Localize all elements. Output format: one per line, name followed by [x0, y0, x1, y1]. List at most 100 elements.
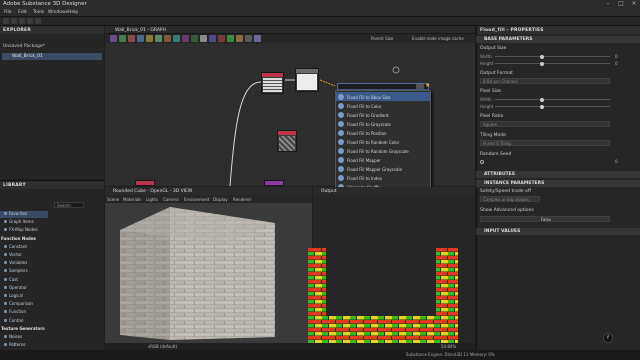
- node-search-result[interactable]: Flood Fill to Color: [336, 101, 430, 110]
- section-attributes[interactable]: ATTRIBUTES: [476, 171, 640, 178]
- close-button[interactable]: ×: [630, 1, 638, 7]
- 3d-menu-camera[interactable]: Camera: [163, 197, 179, 202]
- 2d-view-title: Output: [313, 187, 475, 195]
- favorite-star-icon[interactable]: ★: [425, 82, 430, 89]
- import-icon[interactable]: [27, 18, 33, 24]
- library-item[interactable]: Variables: [0, 260, 48, 267]
- library-search-input[interactable]: Search: [54, 202, 84, 208]
- minimize-button[interactable]: –: [604, 1, 612, 7]
- library-item[interactable]: Logical: [0, 293, 48, 300]
- 3d-menu-materials[interactable]: Materials: [123, 197, 141, 202]
- node-search-result[interactable]: Flood Fill to Position: [336, 128, 430, 137]
- library-item[interactable]: Patterns: [0, 342, 48, 349]
- node-type-icon: [338, 138, 344, 145]
- library-item-label: Cast: [9, 276, 18, 282]
- width-slider[interactable]: [495, 54, 610, 59]
- section-input-values[interactable]: INPUT VALUES: [476, 228, 640, 235]
- library-item-icon: [4, 294, 7, 297]
- section-instance-parameters[interactable]: INSTANCE PARAMETERS: [476, 180, 640, 187]
- advanced-options-toggle[interactable]: False: [480, 216, 610, 222]
- library-item[interactable]: Control: [0, 318, 48, 325]
- 3d-menu-environment[interactable]: Environment: [184, 197, 210, 202]
- tiling-mode-label: Tiling Mode: [480, 133, 506, 138]
- pixel-height-slider[interactable]: [495, 104, 610, 109]
- library-item[interactable]: Function Nodes: [0, 236, 48, 243]
- library-item[interactable]: Vector: [0, 252, 48, 259]
- search-mode-icon[interactable]: [416, 84, 424, 89]
- pixel-width-slider[interactable]: [495, 97, 610, 102]
- library-item[interactable]: Constant: [0, 244, 48, 251]
- pixel-ratio-select[interactable]: Square: [480, 121, 610, 127]
- 3d-view-title: Rounded Cube - OpenGL - 3D VIEW: [105, 187, 312, 195]
- menu-help[interactable]: Help: [68, 10, 78, 15]
- output-format-select[interactable]: 8 Bit per Channel: [480, 78, 610, 84]
- random-seed-knob[interactable]: [480, 160, 484, 164]
- library-item-label: Variables: [9, 260, 28, 266]
- open-icon[interactable]: [11, 18, 17, 24]
- slider-knob[interactable]: [540, 104, 544, 109]
- safety-select[interactable]: Complex or big shapes: [480, 196, 540, 202]
- explorer-item-graph[interactable]: Wall_Brick_01: [2, 53, 102, 60]
- node-search-result[interactable]: Flood Fill to Grayscale: [336, 119, 430, 128]
- library-item[interactable]: Favorites: [0, 211, 48, 218]
- node-search-result[interactable]: Flood Fill to Gradient: [336, 110, 430, 119]
- feedback-button[interactable]: f: [603, 333, 613, 343]
- height-slider[interactable]: [495, 61, 610, 66]
- section-base-parameters[interactable]: BASE PARAMETERS: [476, 36, 640, 43]
- toolbar: [0, 17, 640, 26]
- brick-cube-preview: [120, 207, 275, 340]
- library-item[interactable]: Texture Generators: [0, 326, 48, 333]
- node-search-result[interactable]: Flood Fill Mapper Grayscale: [336, 164, 430, 173]
- 3d-menu-scene[interactable]: Scene: [107, 197, 119, 202]
- library-item-icon: [4, 302, 7, 306]
- library-item[interactable]: Function: [0, 309, 48, 316]
- color-space-select[interactable]: sRGB (default): [148, 344, 177, 349]
- menu-tools[interactable]: Tools: [33, 10, 44, 15]
- library-item-icon: [4, 212, 7, 215]
- title-bar: [0, 0, 640, 9]
- maximize-button[interactable]: □: [617, 1, 625, 7]
- slider-knob[interactable]: [540, 54, 544, 59]
- 3d-menu-renderer[interactable]: Renderer: [233, 197, 251, 202]
- node-type-icon: [338, 120, 344, 127]
- zoom-level[interactable]: 54.84%: [441, 344, 456, 349]
- flood-fill-output-preview: [308, 248, 458, 343]
- width-label: Width: [480, 54, 492, 59]
- node-type-icon: [338, 174, 344, 181]
- library-item-label: Control: [9, 317, 24, 323]
- node-search-result[interactable]: Flood Fill to Random Grayscale: [336, 146, 430, 155]
- library-item[interactable]: FX-Map Nodes: [0, 227, 48, 234]
- library-item-label: FX-Map Nodes: [9, 227, 38, 233]
- 3d-menu-display[interactable]: Display: [213, 197, 228, 202]
- export-icon[interactable]: [35, 18, 41, 24]
- node-type-icon: [338, 129, 344, 136]
- library-item[interactable]: Noises: [0, 334, 48, 341]
- menu-file[interactable]: File: [4, 10, 12, 15]
- library-item[interactable]: Cast: [0, 277, 48, 284]
- library-item[interactable]: Graph Items: [0, 219, 48, 226]
- graph-tab[interactable]: Wall_Brick_01 - GRAPH: [115, 28, 166, 33]
- node-search-result[interactable]: Flood Fill to Random Color: [336, 137, 430, 146]
- node-search-result[interactable]: Flood Fill to Bbox Size: [336, 92, 430, 101]
- library-item-icon: [4, 269, 7, 273]
- library-item[interactable]: Comparison: [0, 301, 48, 308]
- dragging-connection: [319, 79, 336, 87]
- library-item[interactable]: Samplers: [0, 268, 48, 275]
- tiling-mode-select[interactable]: H and V Tiling: [480, 140, 610, 146]
- library-item-label: Favorites: [9, 211, 28, 216]
- menu-edit[interactable]: Edit: [18, 10, 27, 15]
- library-item-label: Graph Items: [9, 219, 34, 225]
- slider-knob[interactable]: [540, 97, 544, 102]
- slider-knob[interactable]: [540, 61, 544, 66]
- library-item[interactable]: Operator: [0, 285, 48, 292]
- menu-windows[interactable]: Windows: [48, 10, 68, 15]
- node-search-result-label: Flood Fill Mapper Grayscale: [347, 166, 402, 172]
- package-label[interactable]: Unsaved Package*: [3, 44, 45, 49]
- node-search-result[interactable]: Flood Fill Mapper: [336, 155, 430, 164]
- node-search-result-label: Flood Fill to Position: [347, 130, 387, 136]
- 3d-menu-lights[interactable]: Lights: [146, 197, 158, 202]
- save-icon[interactable]: [19, 18, 25, 24]
- new-icon[interactable]: [3, 18, 9, 24]
- node-search-result-label: Flood Fill to Bbox Size: [347, 94, 391, 100]
- node-search-result[interactable]: Flood Fill to Index: [336, 173, 430, 182]
